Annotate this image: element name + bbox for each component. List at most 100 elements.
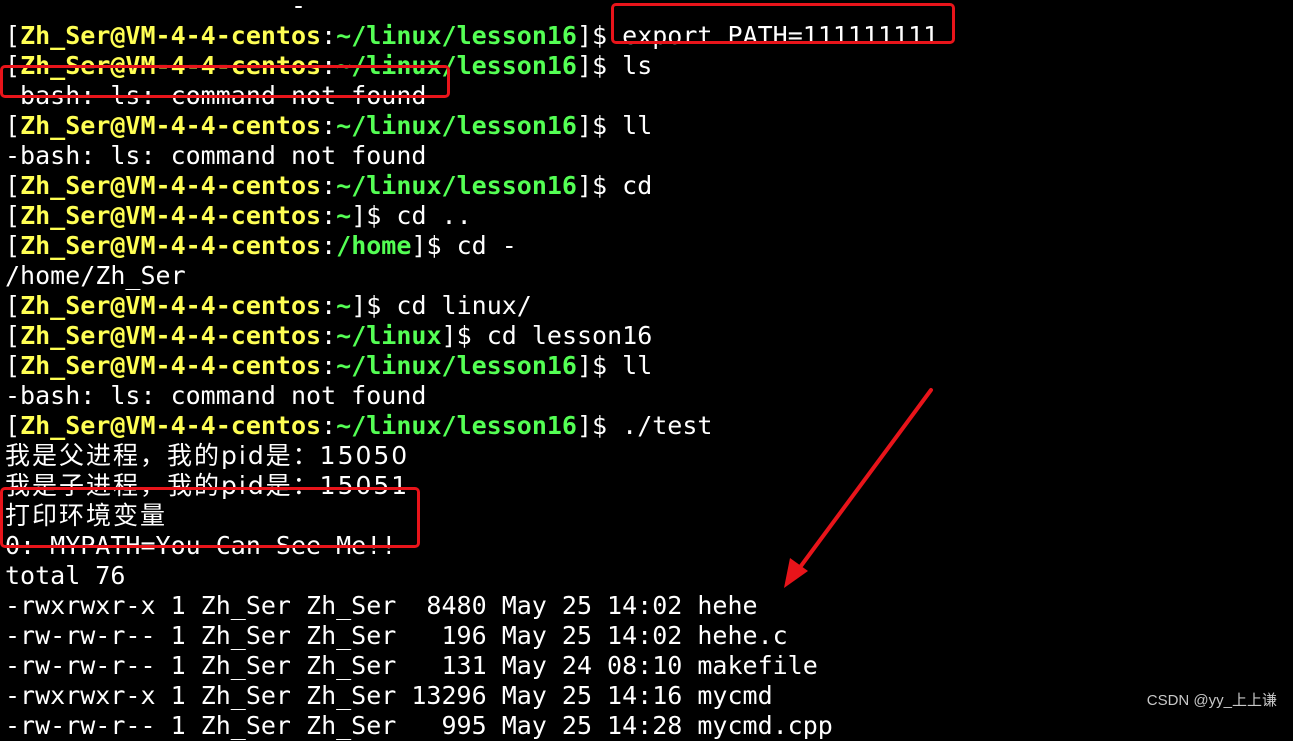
prompt-dollar: $ xyxy=(592,51,623,80)
prompt-line: [Zh_Ser@VM-4-4-centos:~/linux]$ cd lesso… xyxy=(5,321,1290,351)
program-output-line: 我是父进程，我的pid是：15050 xyxy=(5,441,1290,471)
prompt-bracket-open: [ xyxy=(5,111,21,140)
prompt-line: [Zh_Ser@VM-4-4-centos:~/linux/lesson16]$… xyxy=(5,21,1290,51)
prompt-bracket-close: ] xyxy=(441,321,457,350)
prompt-bracket-close: ] xyxy=(576,21,593,50)
prompt-user-host: Zh_Ser@VM-4-4-centos xyxy=(20,171,322,200)
prompt-bracket-close: ] xyxy=(576,411,593,440)
prompt-bracket-close: ] xyxy=(351,201,367,230)
output-text: -rwxrwxr-x 1 Zh_Ser Zh_Ser 8480 May 25 1… xyxy=(5,591,758,620)
prompt-line: [Zh_Ser@VM-4-4-centos:~]$ cd .. xyxy=(5,201,1290,231)
prompt-colon: : xyxy=(321,351,337,380)
prompt-bracket-open: [ xyxy=(5,231,21,260)
output-line: /home/Zh_Ser xyxy=(5,261,1290,291)
output-line: -rw-rw-r-- 1 Zh_Ser Zh_Ser 995 May 25 14… xyxy=(5,711,1290,741)
prompt-colon: : xyxy=(321,21,337,50)
prompt-colon: : xyxy=(321,321,337,350)
prompt-user-host: Zh_Ser@VM-4-4-centos xyxy=(20,231,322,260)
prompt-colon: : xyxy=(321,171,337,200)
prompt-bracket-open: [ xyxy=(5,351,21,380)
output-text: - xyxy=(5,0,397,20)
prompt-line: [Zh_Ser@VM-4-4-centos:~/linux/lesson16]$… xyxy=(5,171,1290,201)
program-output-line: 打印环境变量 xyxy=(5,501,1290,531)
prompt-dollar: $ xyxy=(592,111,623,140)
command-text: ./test xyxy=(622,411,713,440)
command-text: cd linux/ xyxy=(396,291,532,320)
prompt-user-host: Zh_Ser@VM-4-4-centos xyxy=(20,201,322,230)
prompt-path: /home xyxy=(336,231,412,260)
prompt-colon: : xyxy=(321,201,337,230)
prompt-user-host: Zh_Ser@VM-4-4-centos xyxy=(20,51,322,80)
output-line: - xyxy=(5,0,1290,21)
prompt-user-host: Zh_Ser@VM-4-4-centos xyxy=(20,411,322,440)
prompt-line: [Zh_Ser@VM-4-4-centos:~/linux/lesson16]$… xyxy=(5,351,1290,381)
prompt-user-host: Zh_Ser@VM-4-4-centos xyxy=(20,111,322,140)
prompt-bracket-open: [ xyxy=(5,201,21,230)
prompt-path: ~/linux/lesson16 xyxy=(336,21,577,50)
prompt-colon: : xyxy=(321,291,337,320)
output-text: 打印环境变量 xyxy=(5,501,168,530)
prompt-colon: : xyxy=(321,51,337,80)
output-text: -rw-rw-r-- 1 Zh_Ser Zh_Ser 995 May 25 14… xyxy=(5,711,833,740)
output-line: -bash: ls: command not found xyxy=(5,81,1290,111)
prompt-line: [Zh_Ser@VM-4-4-centos:~/linux/lesson16]$… xyxy=(5,51,1290,81)
output-line: -bash: ls: command not found xyxy=(5,141,1290,171)
prompt-bracket-close: ] xyxy=(351,291,367,320)
output-text: -bash: ls: command not found xyxy=(5,81,427,110)
prompt-bracket-open: [ xyxy=(5,321,21,350)
output-text: -rwxrwxr-x 1 Zh_Ser Zh_Ser 13296 May 25 … xyxy=(5,681,773,710)
prompt-line: [Zh_Ser@VM-4-4-centos:~]$ cd linux/ xyxy=(5,291,1290,321)
prompt-colon: : xyxy=(321,111,337,140)
output-text: -bash: ls: command not found xyxy=(5,381,427,410)
prompt-dollar: $ xyxy=(592,171,623,200)
output-line: 0: MYPATH=You Can See Me!! xyxy=(5,531,1290,561)
output-text: total 76 xyxy=(5,561,126,590)
command-text: export PATH=111111111 xyxy=(622,21,939,50)
prompt-colon: : xyxy=(321,411,337,440)
terminal-output[interactable]: - [Zh_Ser@VM-4-4-centos:~/linux/lesson16… xyxy=(5,0,1290,741)
command-text: ll xyxy=(622,111,653,140)
prompt-dollar: $ xyxy=(592,411,623,440)
prompt-bracket-close: ] xyxy=(411,231,427,260)
output-text: /home/Zh_Ser xyxy=(5,261,186,290)
output-line: -rw-rw-r-- 1 Zh_Ser Zh_Ser 196 May 25 14… xyxy=(5,621,1290,651)
prompt-path: ~/linux/lesson16 xyxy=(336,51,577,80)
prompt-path: ~/linux/lesson16 xyxy=(336,411,577,440)
prompt-dollar: $ xyxy=(592,351,623,380)
prompt-user-host: Zh_Ser@VM-4-4-centos xyxy=(20,291,322,320)
output-line: -rwxrwxr-x 1 Zh_Ser Zh_Ser 13296 May 25 … xyxy=(5,681,1290,711)
prompt-path: ~ xyxy=(336,201,352,230)
prompt-line: [Zh_Ser@VM-4-4-centos:~/linux/lesson16]$… xyxy=(5,111,1290,141)
command-text: ls xyxy=(622,51,653,80)
prompt-bracket-close: ] xyxy=(576,171,593,200)
program-output-line: 我是子进程，我的pid是：15051 xyxy=(5,471,1290,501)
prompt-bracket-close: ] xyxy=(576,351,593,380)
prompt-user-host: Zh_Ser@VM-4-4-centos xyxy=(20,21,322,50)
prompt-bracket-close: ] xyxy=(576,51,593,80)
prompt-dollar: $ xyxy=(592,21,623,50)
output-text: 我是父进程，我的pid是：15050 xyxy=(5,441,410,470)
prompt-path: ~ xyxy=(336,291,352,320)
prompt-path: ~/linux xyxy=(336,321,442,350)
prompt-path: ~/linux/lesson16 xyxy=(336,111,577,140)
prompt-dollar: $ xyxy=(456,321,487,350)
prompt-dollar: $ xyxy=(426,231,457,260)
prompt-bracket-close: ] xyxy=(576,111,593,140)
prompt-user-host: Zh_Ser@VM-4-4-centos xyxy=(20,321,322,350)
prompt-path: ~/linux/lesson16 xyxy=(336,351,577,380)
prompt-colon: : xyxy=(321,231,337,260)
prompt-user-host: Zh_Ser@VM-4-4-centos xyxy=(20,351,322,380)
output-line: -rwxrwxr-x 1 Zh_Ser Zh_Ser 8480 May 25 1… xyxy=(5,591,1290,621)
output-text: -bash: ls: command not found xyxy=(5,141,427,170)
prompt-bracket-open: [ xyxy=(5,411,21,440)
output-line: total 76 xyxy=(5,561,1290,591)
command-text: cd xyxy=(622,171,653,200)
prompt-bracket-open: [ xyxy=(5,291,21,320)
command-text: ll xyxy=(622,351,653,380)
watermark: CSDN @yy_上上谦 xyxy=(1146,692,1277,709)
prompt-dollar: $ xyxy=(366,201,397,230)
prompt-line: [Zh_Ser@VM-4-4-centos:/home]$ cd - xyxy=(5,231,1290,261)
command-text: cd lesson16 xyxy=(486,321,653,350)
output-line: -rw-rw-r-- 1 Zh_Ser Zh_Ser 131 May 24 08… xyxy=(5,651,1290,681)
prompt-dollar: $ xyxy=(366,291,397,320)
